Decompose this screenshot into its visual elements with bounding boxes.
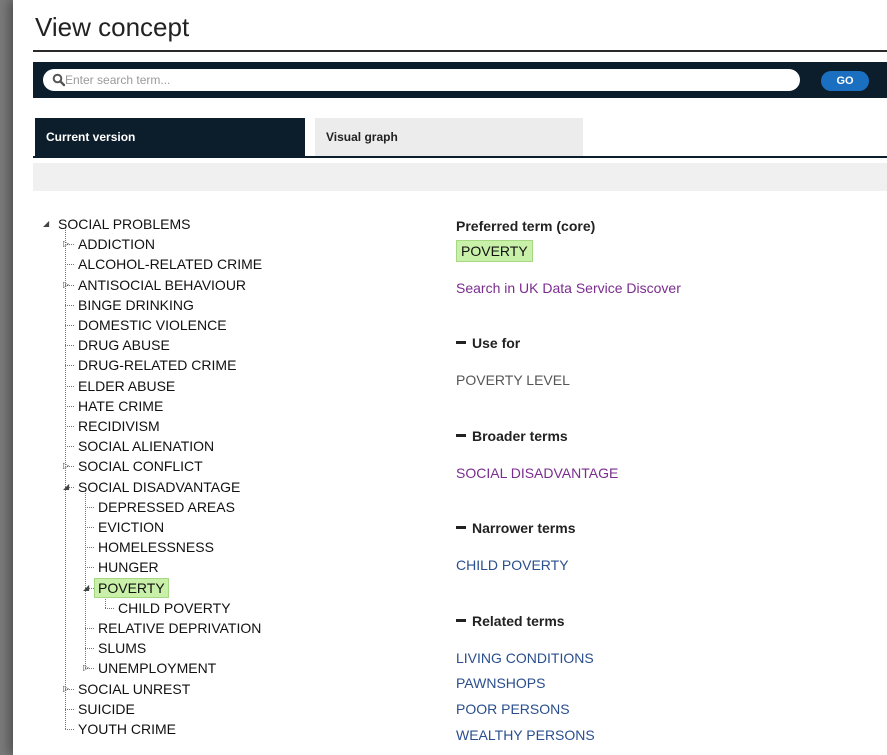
tree-item[interactable]: SOCIAL ALIENATION xyxy=(78,437,214,455)
collapsed-triangle-icon[interactable]: ▷ xyxy=(63,684,69,693)
tree-connector xyxy=(65,228,66,729)
collapse-icon xyxy=(456,526,466,530)
tree-item[interactable]: RECIDIVISM xyxy=(78,417,160,435)
use-for-header[interactable]: Use for xyxy=(456,335,520,351)
use-for-item: POVERTY LEVEL xyxy=(456,372,570,388)
broader-terms-header[interactable]: Broader terms xyxy=(456,428,568,444)
search-discover-link[interactable]: Search in UK Data Service Discover xyxy=(456,280,681,296)
related-terms-label: Related terms xyxy=(472,613,565,629)
tree-connector xyxy=(65,729,74,730)
narrower-terms-label: Narrower terms xyxy=(472,520,576,536)
tree-connector xyxy=(85,567,94,569)
tree-item[interactable]: SOCIAL CONFLICT xyxy=(78,457,203,475)
tree-connector xyxy=(65,345,74,347)
tree-item[interactable]: CHILD POVERTY xyxy=(118,599,231,617)
collapsed-triangle-icon[interactable]: ▷ xyxy=(63,240,69,248)
tree-item[interactable]: ALCOHOL-RELATED CRIME xyxy=(78,255,262,273)
tree-connector xyxy=(85,547,94,549)
expanded-triangle-icon[interactable]: ◢ xyxy=(83,583,89,592)
tree-item[interactable]: BINGE DRINKING xyxy=(78,296,194,314)
preferred-term-value: POVERTY xyxy=(456,240,533,262)
tree-item[interactable]: RELATIVE DEPRIVATION xyxy=(98,619,261,637)
concept-panel: View concept GO Current version Visual g… xyxy=(13,0,887,755)
tree-item[interactable]: EVICTION xyxy=(98,518,164,536)
tree-item[interactable]: UNEMPLOYMENT xyxy=(98,659,216,677)
collapsed-triangle-icon[interactable]: ▷ xyxy=(63,462,69,470)
tree-connector xyxy=(65,446,74,448)
concept-tree: ◢ SOCIAL PROBLEMS ▷ ADDICTION ALCOHOL-RELATE… xyxy=(13,0,443,755)
tree-item[interactable]: SUICIDE xyxy=(78,700,135,718)
tree-item[interactable]: SOCIAL DISADVANTAGE xyxy=(78,478,240,496)
tree-connector xyxy=(65,365,74,367)
tree-connector xyxy=(85,527,94,528)
narrower-terms-header[interactable]: Narrower terms xyxy=(456,520,576,536)
tree-item-selected[interactable]: POVERTY xyxy=(94,577,169,598)
collapse-icon xyxy=(456,434,466,438)
tree-item[interactable]: DRUG-RELATED CRIME xyxy=(78,356,236,374)
tree-connector xyxy=(65,264,74,266)
collapsed-triangle-icon[interactable]: ▷ xyxy=(63,280,69,289)
tree-item[interactable]: HATE CRIME xyxy=(78,397,163,415)
tree-item[interactable]: SOCIAL PROBLEMS xyxy=(58,215,191,233)
broader-term-link[interactable]: SOCIAL DISADVANTAGE xyxy=(456,465,618,481)
use-for-label: Use for xyxy=(472,335,521,351)
tree-item[interactable]: DRUG ABUSE xyxy=(78,336,170,354)
collapse-icon xyxy=(456,341,466,345)
tree-item[interactable]: SLUMS xyxy=(98,639,146,657)
broader-terms-label: Broader terms xyxy=(472,428,568,444)
narrower-term-link[interactable]: CHILD POVERTY xyxy=(456,557,569,573)
related-term-link[interactable]: LIVING CONDITIONS xyxy=(456,650,594,666)
preferred-term-label: Preferred term (core) xyxy=(456,218,596,234)
tree-item[interactable]: DOMESTIC VIOLENCE xyxy=(78,316,227,334)
tree-connector xyxy=(85,506,94,508)
tree-item[interactable]: DEPRESSED AREAS xyxy=(98,498,235,516)
tree-connector xyxy=(85,648,94,650)
tree-item[interactable]: ANTISOCIAL BEHAVIOUR xyxy=(78,276,246,294)
collapsed-triangle-icon[interactable]: ▷ xyxy=(83,664,89,672)
tree-connector xyxy=(105,607,114,609)
tree-item[interactable]: SOCIAL UNREST xyxy=(78,680,190,698)
collapse-icon xyxy=(456,619,466,623)
expanded-triangle-icon[interactable]: ◢ xyxy=(43,220,49,228)
tree-connector xyxy=(65,325,74,326)
related-terms-header[interactable]: Related terms xyxy=(456,613,565,629)
tree-connector xyxy=(85,490,86,669)
tree-connector xyxy=(65,304,74,306)
related-term-link[interactable]: POOR PERSONS xyxy=(456,701,570,717)
tree-connector xyxy=(65,708,74,710)
tree-item[interactable]: HOMELESSNESS xyxy=(98,538,214,556)
tree-connector xyxy=(85,628,94,629)
concept-details: Preferred term (core) POVERTY Search in … xyxy=(456,0,876,755)
related-term-link[interactable]: PAWNSHOPS xyxy=(456,675,545,691)
tree-connector xyxy=(65,426,74,427)
expanded-triangle-icon[interactable]: ◢ xyxy=(63,482,69,491)
related-term-link[interactable]: WEALTHY PERSONS xyxy=(456,727,595,743)
tree-connector xyxy=(65,405,74,407)
tree-item[interactable]: ELDER ABUSE xyxy=(78,377,175,395)
tree-item[interactable]: ADDICTION xyxy=(78,235,155,253)
tree-connector xyxy=(65,385,74,387)
tree-item[interactable]: YOUTH CRIME xyxy=(78,720,176,738)
tree-item[interactable]: HUNGER xyxy=(98,558,159,576)
